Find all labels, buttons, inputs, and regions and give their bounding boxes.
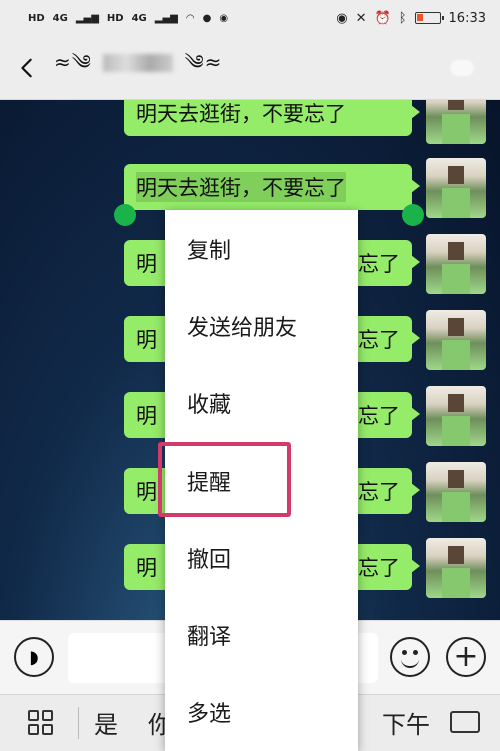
- message-text: 忘了: [358, 480, 400, 504]
- avatar[interactable]: [426, 386, 486, 446]
- network-label-2: 4G: [131, 12, 147, 24]
- message-text: 明: [136, 404, 157, 428]
- status-right: ◉ ✕ ⏰ ᛒ 16:33: [336, 11, 486, 26]
- message-text: 忘了: [358, 404, 400, 428]
- message-text: 明天去逛街，不要忘了: [136, 172, 346, 202]
- signal-icon-2: ▂▄▆: [154, 12, 178, 24]
- message-text: 明: [136, 328, 157, 352]
- signal-indicators: HD 4G ▂▄▆ HD 4G ▂▄▆ ◠ ● ◉: [28, 13, 228, 24]
- eye-icon: ◉: [336, 10, 348, 26]
- chat-title: ≈༄ ༄≈: [54, 40, 222, 96]
- hd-label: HD: [28, 12, 45, 24]
- selection-handle-left[interactable]: [114, 204, 136, 226]
- avatar[interactable]: [426, 158, 486, 218]
- message-bubble-selected[interactable]: 明天去逛街，不要忘了: [124, 164, 420, 210]
- message-text: 明天去逛街，不要忘了: [136, 102, 346, 126]
- chevron-left-icon: [21, 58, 32, 77]
- menu-item-translate[interactable]: 翻译: [165, 596, 358, 673]
- emoji-icon[interactable]: [390, 637, 430, 677]
- blurred-contact-name: [103, 54, 174, 72]
- alarm-icon: ⏰: [374, 10, 391, 26]
- voice-input-button[interactable]: ◗: [14, 637, 54, 677]
- more-options-button[interactable]: [450, 60, 474, 76]
- avatar[interactable]: [426, 538, 486, 598]
- menu-item-recall[interactable]: 撤回: [165, 519, 358, 596]
- message-bubble[interactable]: 明天去逛街，不要忘了: [124, 100, 420, 136]
- mute-icon: ✕: [355, 10, 367, 26]
- message-text: 明: [136, 480, 157, 504]
- title-decoration-left: ≈༄: [54, 49, 92, 74]
- avatar[interactable]: [426, 100, 486, 144]
- hd-label-2: HD: [106, 12, 124, 24]
- suggestion-word[interactable]: 是: [94, 705, 118, 740]
- message-text: 明: [136, 252, 157, 276]
- status-bar: HD 4G ▂▄▆ HD 4G ▂▄▆ ◠ ● ◉ ◉ ✕ ⏰ ᛒ 16:33: [0, 0, 500, 36]
- selection-handle-right[interactable]: [402, 204, 424, 226]
- avatar[interactable]: [426, 234, 486, 294]
- menu-item-multiselect[interactable]: 多选: [165, 674, 358, 751]
- back-button[interactable]: [0, 36, 54, 100]
- avatar[interactable]: [426, 310, 486, 370]
- message-text: 忘了: [358, 252, 400, 276]
- battery-icon: [414, 12, 444, 24]
- menu-item-favorite[interactable]: 收藏: [165, 365, 358, 442]
- keyboard-hide-icon[interactable]: [450, 711, 480, 733]
- highlight-annotation-box: [158, 442, 291, 517]
- voice-icon: ◗: [29, 646, 39, 668]
- message-text: 明: [136, 556, 157, 580]
- grid-icon[interactable]: [28, 710, 54, 736]
- notification-icon: ●: [202, 12, 212, 24]
- message-text: 忘了: [358, 328, 400, 352]
- status-time: 16:33: [448, 10, 486, 26]
- menu-item-copy[interactable]: 复制: [165, 210, 358, 287]
- title-decoration-right: ༄≈: [184, 49, 223, 74]
- bluetooth-icon: ᛒ: [398, 10, 407, 26]
- divider: [78, 707, 79, 739]
- suggestion-word[interactable]: 下午: [382, 705, 430, 740]
- chat-header: ≈༄ ༄≈: [0, 36, 500, 100]
- menu-item-forward[interactable]: 发送给朋友: [165, 287, 358, 364]
- wechat-icon: ◉: [219, 12, 229, 24]
- message-text: 忘了: [358, 556, 400, 580]
- avatar[interactable]: [426, 462, 486, 522]
- wifi-icon: ◠: [185, 12, 195, 24]
- signal-icon: ▂▄▆: [75, 12, 99, 24]
- plus-icon[interactable]: +: [446, 637, 486, 677]
- network-label: 4G: [52, 12, 68, 24]
